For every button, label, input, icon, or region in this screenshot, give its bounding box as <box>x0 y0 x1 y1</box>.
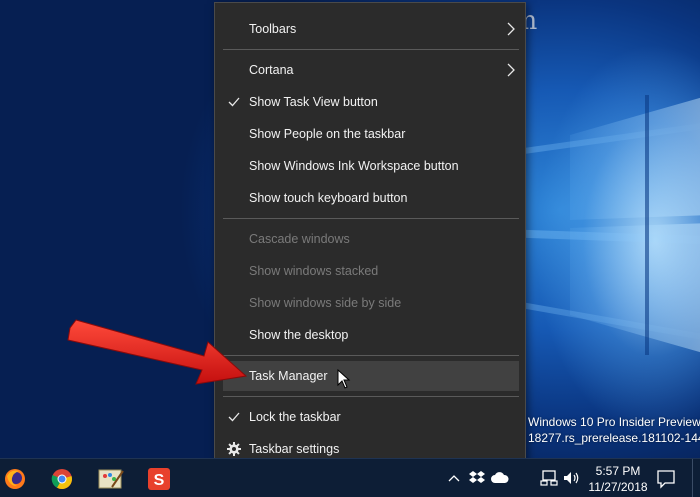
windows-logo-glow <box>570 95 700 355</box>
checkmark-icon <box>227 95 241 109</box>
menu-item-label: Show Windows Ink Workspace button <box>249 159 459 173</box>
menu-item-label: Show touch keyboard button <box>249 191 408 205</box>
show-desktop-button[interactable] <box>692 459 693 497</box>
red-arrow-annotation <box>67 319 248 385</box>
dropbox-icon[interactable] <box>468 469 486 487</box>
menu-item-task-manager[interactable]: Task Manager <box>223 361 519 391</box>
menu-item-toolbars[interactable]: Toolbars <box>223 14 519 44</box>
chevron-right-icon <box>505 22 517 36</box>
chevron-up-icon[interactable] <box>445 469 463 487</box>
checkmark-icon <box>227 410 241 424</box>
cloud-icon[interactable] <box>491 469 509 487</box>
clock-time: 5:57 PM <box>595 464 641 478</box>
paint-icon[interactable] <box>96 464 126 494</box>
menu-item-label: Toolbars <box>249 22 297 36</box>
mouse-cursor-icon <box>337 369 351 389</box>
menu-item-show-touch-keyboard[interactable]: Show touch keyboard button <box>223 183 519 213</box>
firefox-icon[interactable] <box>0 464 30 494</box>
menu-item-label: Cascade windows <box>249 232 350 246</box>
menu-item-show-desktop[interactable]: Show the desktop <box>223 320 519 350</box>
snagit-icon[interactable]: S <box>144 464 174 494</box>
menu-item-label: Show the desktop <box>249 328 349 342</box>
svg-text:S: S <box>154 472 165 489</box>
menu-item-label: Lock the taskbar <box>249 410 341 424</box>
menu-separator <box>223 49 519 50</box>
gear-icon <box>226 442 241 457</box>
build-number-text: 18277.rs_prerelease.181102-1446 <box>528 431 700 445</box>
menu-separator <box>223 355 519 356</box>
menu-item-show-windows-stacked: Show windows stacked <box>223 256 519 286</box>
menu-item-label: Show windows side by side <box>249 296 402 310</box>
menu-separator <box>223 218 519 219</box>
menu-item-label: Task Manager <box>249 369 328 383</box>
chrome-icon[interactable] <box>47 464 77 494</box>
menu-item-cortana[interactable]: Cortana <box>223 55 519 85</box>
menu-item-label: Taskbar settings <box>249 442 340 456</box>
build-watermark: Windows 10 Pro Insider Preview 18277.rs_… <box>528 414 700 446</box>
menu-item-label: Show People on the taskbar <box>249 127 406 141</box>
action-center-icon[interactable] <box>656 469 676 489</box>
menu-item-show-people[interactable]: Show People on the taskbar <box>223 119 519 149</box>
menu-item-label: Show windows stacked <box>249 264 379 278</box>
menu-item-lock-taskbar[interactable]: Lock the taskbar <box>223 402 519 432</box>
taskbar-context-menu: Toolbars Cortana Show Task View button S… <box>214 2 526 469</box>
chevron-right-icon <box>505 63 517 77</box>
clock-date: 11/27/2018 <box>588 480 648 494</box>
volume-icon[interactable] <box>563 469 581 487</box>
menu-item-label: Cortana <box>249 63 294 77</box>
menu-item-show-task-view[interactable]: Show Task View button <box>223 87 519 117</box>
menu-item-show-windows-side-by-side: Show windows side by side <box>223 288 519 318</box>
menu-item-show-ink-workspace[interactable]: Show Windows Ink Workspace button <box>223 151 519 181</box>
network-icon[interactable] <box>540 469 558 487</box>
taskbar: S 5:57 PM 11/27/2018 <box>0 458 700 497</box>
menu-item-label: Show Task View button <box>249 95 378 109</box>
menu-separator <box>223 396 519 397</box>
build-edition-text: Windows 10 Pro Insider Preview <box>528 415 700 429</box>
menu-item-cascade-windows: Cascade windows <box>223 224 519 254</box>
taskbar-clock[interactable]: 5:57 PM 11/27/2018 <box>586 463 650 495</box>
